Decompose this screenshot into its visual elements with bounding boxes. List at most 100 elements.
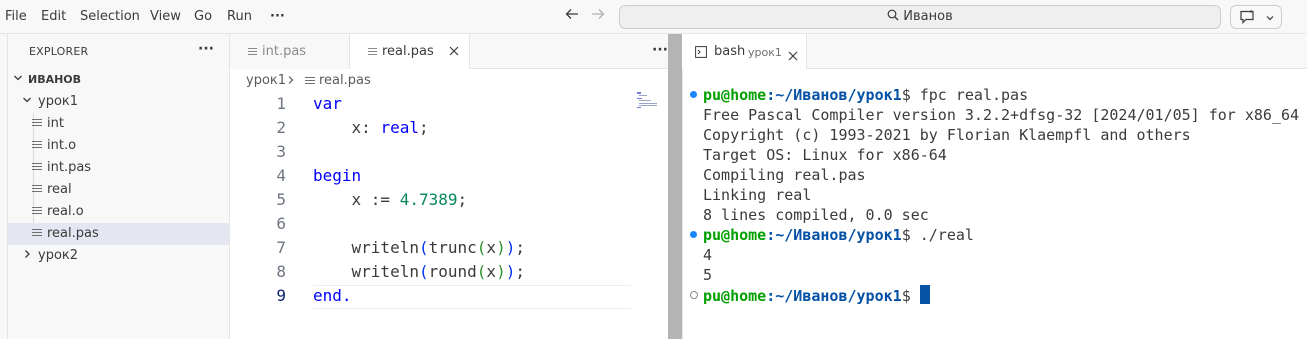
terminal-output-line: 5 bbox=[703, 266, 713, 284]
breadcrumb: урок1 real.pas bbox=[230, 70, 668, 92]
code-editor[interactable]: 1 2 3 4 5 6 7 8 9 var x: real; begin x :… bbox=[230, 92, 668, 339]
command-success-icon[interactable] bbox=[690, 231, 697, 238]
terminal-output-line: 8 lines compiled, 0.0 sec bbox=[703, 206, 929, 224]
code-text: ; bbox=[418, 118, 429, 137]
terminal-line-prompt: pu@home:~/Иванов/урок1$ fpc real.pas bbox=[703, 85, 1028, 105]
search-icon bbox=[887, 9, 899, 21]
tree-file-real-pas[interactable]: real.pas bbox=[8, 223, 229, 245]
terminal-tab-bar: bash урок1 bbox=[682, 34, 1307, 69]
tree-file-int-o[interactable]: int.o bbox=[8, 135, 229, 157]
code-text: x := bbox=[313, 190, 400, 209]
keyword: var bbox=[313, 94, 342, 113]
terminal-tab-desc: урок1 bbox=[748, 46, 782, 59]
prompt-path: :~/Иванов/урок1 bbox=[766, 287, 902, 305]
code-line-2: x: real; bbox=[313, 116, 429, 140]
search-text: Иванов bbox=[903, 9, 953, 24]
terminal-output-line: Compiling real.pas bbox=[703, 166, 866, 184]
code-line-1: var bbox=[313, 92, 342, 116]
tab-terminal-bash[interactable]: bash урок1 bbox=[682, 34, 807, 69]
command-text: fpc real.pas bbox=[910, 86, 1029, 104]
keyword: end bbox=[313, 286, 342, 305]
terminal-output-line: Free Pascal Compiler version 3.2.2+dfsg-… bbox=[703, 106, 1300, 124]
menu-edit[interactable]: Edit bbox=[41, 0, 66, 34]
tree-file-real-o[interactable]: real.o bbox=[8, 201, 229, 223]
menu-go[interactable]: Go bbox=[194, 0, 212, 34]
file-icon bbox=[32, 229, 42, 239]
terminal-output-line: Target OS: Linux for x86-64 bbox=[703, 146, 947, 164]
file-icon bbox=[32, 207, 42, 217]
tree-file-label: real.pas bbox=[47, 226, 99, 241]
chevron-right-icon bbox=[287, 70, 295, 92]
editor-tab-bar: int.pas real.pas ··· bbox=[230, 34, 668, 69]
command-pending-icon bbox=[690, 291, 698, 299]
chat-button[interactable] bbox=[1230, 5, 1282, 29]
prompt-sign: $ bbox=[901, 226, 911, 244]
menu-file[interactable]: File bbox=[5, 0, 27, 34]
tree-folder-urok1[interactable]: урок1 bbox=[8, 91, 229, 113]
menu-more[interactable]: ··· bbox=[270, 0, 285, 34]
chevron-down-icon bbox=[21, 91, 33, 113]
terminal-output-line: Linking real bbox=[703, 186, 812, 204]
function-name: writeln bbox=[313, 238, 419, 257]
code-text: . bbox=[341, 286, 352, 305]
prompt-path: :~/Иванов/урок1 bbox=[766, 226, 902, 244]
line-number: 6 bbox=[276, 214, 286, 233]
tree-file-int[interactable]: int bbox=[8, 113, 229, 135]
tree-folder-urok2[interactable]: урок2 bbox=[8, 245, 229, 267]
explorer-more-button[interactable]: ··· bbox=[198, 41, 214, 57]
code-text: x: bbox=[313, 118, 381, 137]
file-icon bbox=[305, 77, 315, 87]
command-center-search[interactable]: Иванов bbox=[619, 5, 1221, 29]
tree-folder-label: урок2 bbox=[38, 248, 79, 263]
close-icon[interactable] bbox=[788, 46, 798, 65]
tab-int-pas[interactable]: int.pas bbox=[230, 34, 350, 69]
terminal-line-prompt: pu@home:~/Иванов/урок1$ bbox=[703, 285, 930, 305]
forward-arrow-icon[interactable] bbox=[587, 5, 609, 27]
line-number: 8 bbox=[276, 262, 286, 281]
menu-view[interactable]: View bbox=[150, 0, 181, 34]
menu-selection[interactable]: Selection bbox=[80, 0, 140, 34]
keyword: begin bbox=[313, 166, 362, 185]
tree-file-label: int bbox=[47, 116, 64, 131]
prompt-sign: $ bbox=[901, 287, 911, 305]
tab-label: real.pas bbox=[382, 44, 434, 59]
tree-folder-label: урок1 bbox=[38, 94, 79, 109]
tab-label: int.pas bbox=[262, 44, 307, 59]
terminal-icon bbox=[695, 46, 707, 58]
command-success-icon[interactable] bbox=[690, 91, 697, 98]
explorer-title: EXPLORER bbox=[29, 45, 89, 58]
line-number: 5 bbox=[276, 190, 286, 209]
tree-file-real[interactable]: real bbox=[8, 179, 229, 201]
minimap[interactable] bbox=[637, 92, 661, 112]
tree-file-int-pas[interactable]: int.pas bbox=[8, 157, 229, 179]
prompt-user: pu@home bbox=[703, 287, 767, 305]
editor-scrollbar[interactable] bbox=[668, 34, 682, 339]
terminal-cursor bbox=[919, 285, 930, 304]
code-line-7: writeln(trunc(x)); bbox=[313, 238, 525, 257]
terminal-panel[interactable]: pu@home:~/Иванов/урок1$ fpc real.pas Fre… bbox=[682, 69, 1307, 339]
file-icon bbox=[32, 141, 42, 151]
current-line-highlight bbox=[313, 285, 631, 309]
code-line-4: begin bbox=[313, 164, 361, 188]
tree-file-label: int.pas bbox=[47, 160, 92, 175]
code-line-9: end. bbox=[313, 284, 352, 308]
breadcrumb-folder[interactable]: урок1 bbox=[246, 70, 286, 92]
code-text: ; bbox=[457, 190, 468, 209]
back-arrow-icon[interactable] bbox=[561, 5, 583, 27]
close-icon[interactable] bbox=[449, 34, 459, 69]
menu-run[interactable]: Run bbox=[227, 0, 252, 34]
tab-real-pas[interactable]: real.pas bbox=[350, 34, 470, 69]
breadcrumb-file[interactable]: real.pas bbox=[319, 70, 371, 92]
file-icon bbox=[248, 48, 257, 57]
prompt-user: pu@home bbox=[703, 226, 767, 244]
function-name: trunc bbox=[428, 238, 477, 257]
tree-root-folder[interactable]: ИВАНОВ bbox=[8, 69, 229, 91]
file-icon bbox=[32, 185, 42, 195]
explorer-panel: EXPLORER ··· ИВАНОВ урок1 int int.o int.… bbox=[8, 34, 230, 339]
tree-file-label: int.o bbox=[47, 138, 77, 153]
editor-more-button[interactable]: ··· bbox=[652, 42, 668, 58]
line-number: 4 bbox=[276, 166, 286, 185]
line-number: 3 bbox=[276, 142, 286, 161]
prompt-sign: $ bbox=[901, 86, 911, 104]
prompt-path: :~/Иванов/урок1 bbox=[766, 86, 902, 104]
